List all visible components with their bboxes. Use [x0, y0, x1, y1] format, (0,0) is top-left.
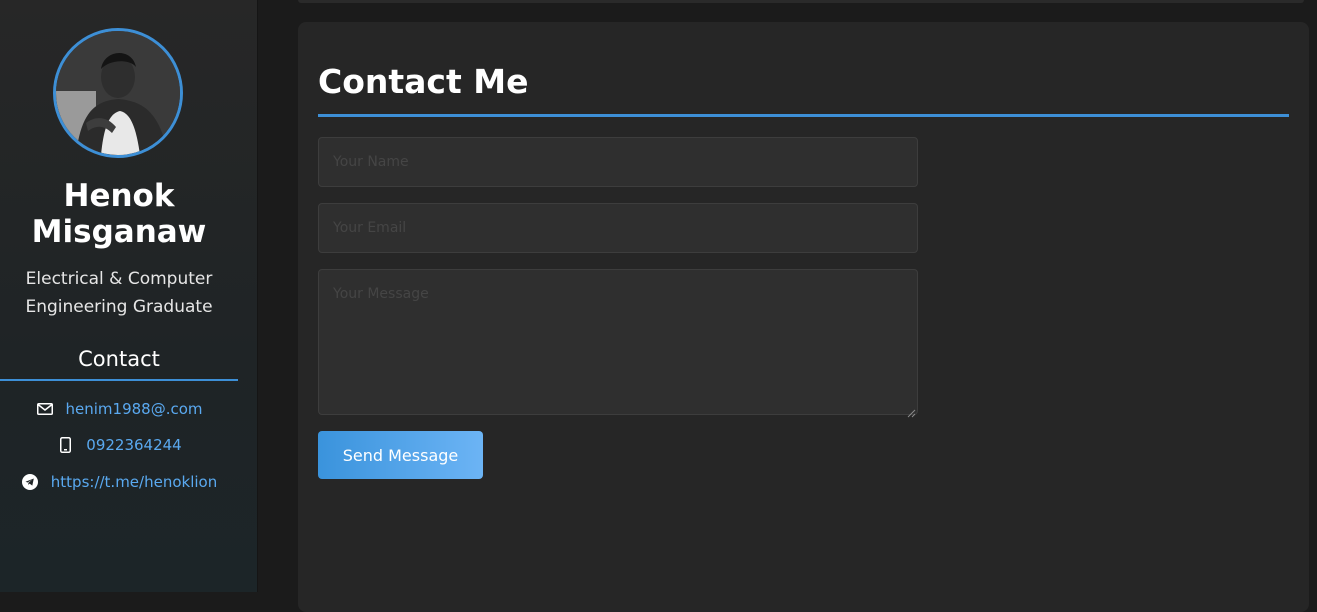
contact-heading: Contact: [78, 347, 160, 371]
title-divider: [318, 114, 1289, 117]
contact-card: Contact Me Send Message: [298, 22, 1309, 612]
profile-avatar: [53, 28, 183, 158]
sidebar: Henok Misganaw Electrical & Computer Eng…: [0, 0, 258, 592]
contact-telegram-row: https://t.me/henoklion: [0, 472, 238, 492]
message-textarea[interactable]: [318, 269, 918, 415]
profile-name: Henok Misganaw: [31, 178, 207, 250]
contact-divider: [0, 379, 238, 381]
email-input[interactable]: [318, 203, 918, 253]
telegram-icon: [21, 473, 39, 491]
contact-phone-row: 0922364244: [0, 435, 238, 455]
send-message-button[interactable]: Send Message: [318, 431, 483, 479]
phone-link[interactable]: 0922364244: [86, 435, 181, 455]
name-input[interactable]: [318, 137, 918, 187]
profile-role: Electrical & Computer Engineering Gradua…: [25, 269, 213, 317]
envelope-icon: [36, 400, 54, 418]
email-link[interactable]: henim1988@.com: [66, 399, 203, 419]
previous-section-edge: [298, 0, 1304, 3]
telegram-link[interactable]: https://t.me/henoklion: [51, 472, 217, 492]
contact-title: Contact Me: [318, 62, 529, 101]
phone-icon: [56, 436, 74, 454]
contact-email-row: henim1988@.com: [0, 399, 238, 419]
resize-handle-icon[interactable]: [906, 403, 916, 418]
profile-photo-icon: [56, 31, 180, 155]
